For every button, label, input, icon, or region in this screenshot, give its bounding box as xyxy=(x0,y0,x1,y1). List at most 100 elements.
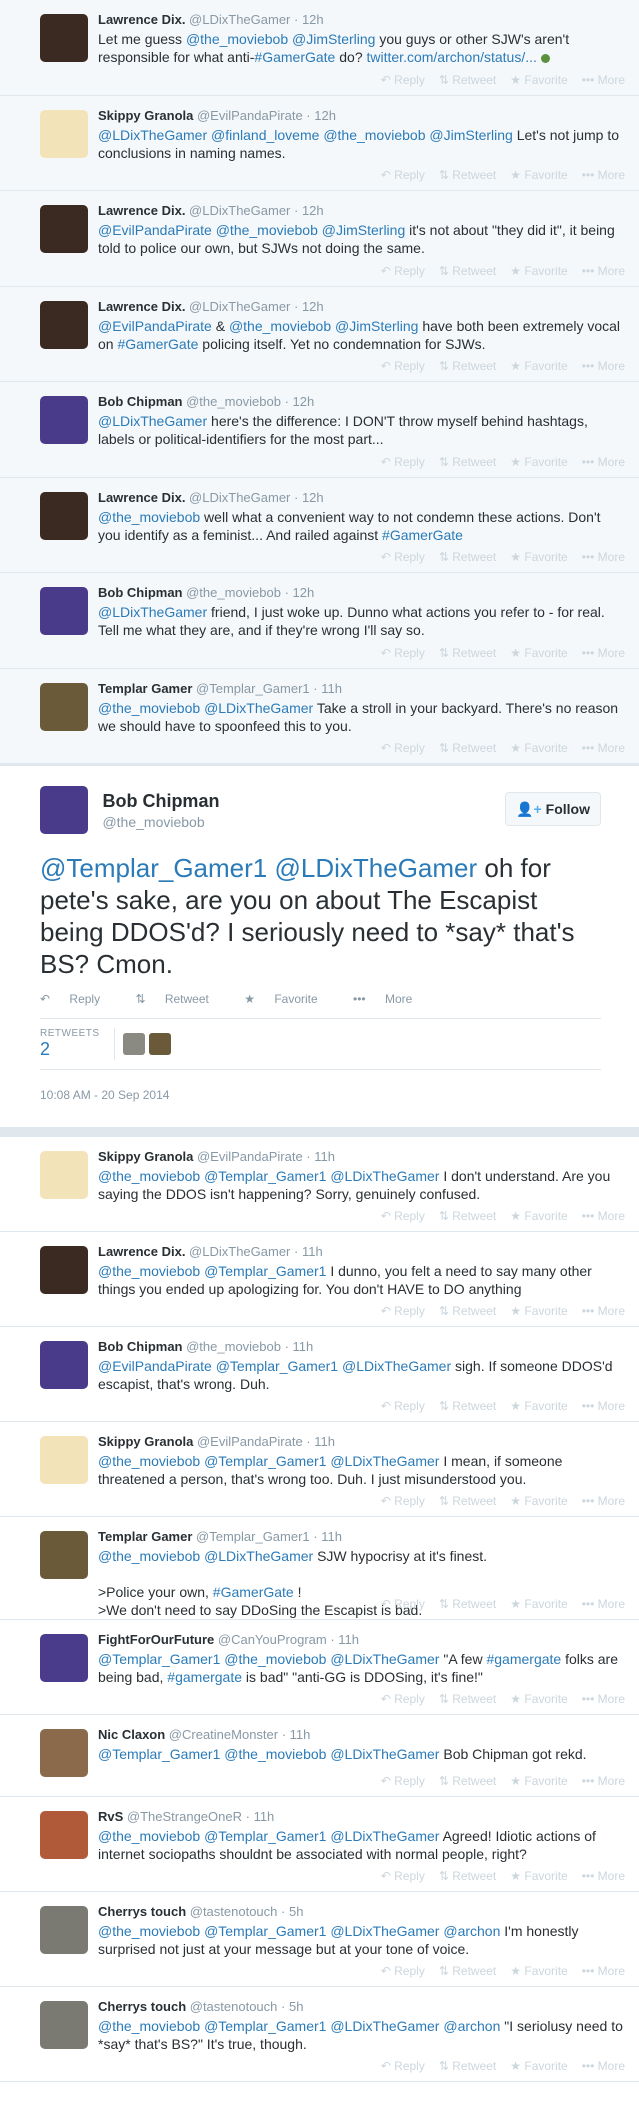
author-handle[interactable]: @LDixTheGamer xyxy=(185,490,290,505)
tweet-time[interactable]: 12h xyxy=(293,394,315,409)
mention-link[interactable]: @LDixTheGamer xyxy=(204,1548,313,1564)
author-name[interactable]: Lawrence Dix. xyxy=(98,12,185,27)
reply-button[interactable]: ↶ Reply xyxy=(381,1399,425,1413)
mention-link[interactable]: @archon xyxy=(443,2018,500,2034)
retweet-button[interactable]: ⇅ Retweet xyxy=(439,359,496,373)
mention-link[interactable]: @LDixTheGamer xyxy=(330,1746,439,1762)
mention-link[interactable]: @the_moviebob xyxy=(98,1548,200,1564)
retweet-button[interactable]: ⇅ Retweet xyxy=(439,646,496,660)
mention-link[interactable]: @Templar_Gamer1 xyxy=(204,1923,326,1939)
more-button[interactable]: ••• More xyxy=(582,168,625,182)
author-name[interactable]: Bob Chipman xyxy=(102,791,219,811)
mention-link[interactable]: @Templar_Gamer1 xyxy=(216,1358,338,1374)
author-name[interactable]: Lawrence Dix. xyxy=(98,299,185,314)
more-button[interactable]: ••• More xyxy=(582,73,625,87)
author-handle[interactable]: @Templar_Gamer1 xyxy=(192,1529,310,1544)
mention-link[interactable]: @Templar_Gamer1 xyxy=(40,853,267,883)
mention-link[interactable]: @Templar_Gamer1 xyxy=(204,1263,326,1279)
author-name[interactable]: Skippy Granola xyxy=(98,1434,193,1449)
mention-link[interactable]: @EvilPandaPirate xyxy=(98,318,212,334)
author-name[interactable]: Lawrence Dix. xyxy=(98,1244,185,1259)
reply-button[interactable]: ↶ Reply xyxy=(381,455,425,469)
more-button[interactable]: ••• More xyxy=(582,264,625,278)
tweet-time[interactable]: 5h xyxy=(289,1904,303,1919)
avatar[interactable] xyxy=(40,682,88,731)
mention-link[interactable]: @the_moviebob xyxy=(98,509,200,525)
mention-link[interactable]: @the_moviebob xyxy=(186,31,288,47)
more-button[interactable]: ••• More xyxy=(582,1304,625,1318)
retweet-button[interactable]: ⇅ Retweet xyxy=(439,1774,496,1788)
more-button[interactable]: ••• More xyxy=(582,741,625,755)
avatar[interactable] xyxy=(40,587,88,635)
retweet-button[interactable]: ⇅ Retweet xyxy=(439,550,496,564)
favorite-button[interactable]: ★ Favorite xyxy=(510,2059,567,2073)
favorite-button[interactable]: ★ Favorite xyxy=(510,741,567,755)
favorite-button[interactable]: ★ Favorite xyxy=(510,1209,567,1223)
author-handle[interactable]: @LDixTheGamer xyxy=(185,1244,290,1259)
mention-link[interactable]: @LDixTheGamer xyxy=(98,127,207,143)
author-name[interactable]: Cherrys touch xyxy=(98,1999,186,2014)
retweet-button[interactable]: ⇅ Retweet xyxy=(439,1692,496,1706)
tweet-time[interactable]: 12h xyxy=(314,108,336,123)
favorite-button[interactable]: ★ Favorite xyxy=(510,1964,567,1978)
more-button[interactable]: ••• More xyxy=(582,1964,625,1978)
hashtag-link[interactable]: #GamerGate xyxy=(213,1584,294,1600)
reply-button[interactable]: ↶ Reply xyxy=(381,1692,425,1706)
avatar[interactable] xyxy=(40,1531,88,1579)
author-handle[interactable]: @tastenotouch xyxy=(186,1999,278,2014)
reply-button[interactable]: ↶ Reply xyxy=(381,73,425,87)
avatar[interactable] xyxy=(40,396,88,444)
retweet-button[interactable]: ⇅ Retweet xyxy=(439,1209,496,1223)
mention-link[interactable]: @the_moviebob xyxy=(98,1168,200,1184)
retweet-count[interactable]: RETWEETS 2 xyxy=(40,1028,115,1060)
reply-button[interactable]: ↶ Reply xyxy=(381,2059,425,2073)
author-name[interactable]: Nic Claxon xyxy=(98,1727,165,1742)
mention-link[interactable]: @Templar_Gamer1 xyxy=(98,1651,220,1667)
reply-button[interactable]: ↶ Reply xyxy=(381,359,425,373)
mention-link[interactable]: @the_moviebob xyxy=(98,2018,200,2034)
favorite-button[interactable]: ★ Favorite xyxy=(510,1692,567,1706)
reply-button[interactable]: ↶ Reply xyxy=(381,264,425,278)
author-handle[interactable]: @TheStrangeOneR xyxy=(123,1809,242,1824)
retweet-button[interactable]: ⇅ Retweet xyxy=(439,741,496,755)
retweet-button[interactable]: ⇅ Retweet xyxy=(439,73,496,87)
tweet-time[interactable]: 11h xyxy=(293,1339,314,1354)
mention-link[interactable]: @the_moviebob xyxy=(98,1453,200,1469)
tweet-author[interactable]: Bob Chipman @the_moviebob xyxy=(102,791,219,830)
favorite-button[interactable]: ★ Favorite xyxy=(510,1304,567,1318)
mention-link[interactable]: @LDixTheGamer xyxy=(342,1358,451,1374)
more-button[interactable]: ••• More xyxy=(582,1597,625,1611)
author-name[interactable]: Bob Chipman xyxy=(98,585,183,600)
reply-button[interactable]: ↶ Reply xyxy=(40,992,116,1006)
mention-link[interactable]: @the_moviebob xyxy=(98,1828,200,1844)
author-name[interactable]: Lawrence Dix. xyxy=(98,490,185,505)
author-handle[interactable]: @the_moviebob xyxy=(183,1339,281,1354)
avatar[interactable] xyxy=(40,491,88,540)
retweet-button[interactable]: ⇅ Retweet xyxy=(439,1399,496,1413)
reply-button[interactable]: ↶ Reply xyxy=(381,168,425,182)
author-handle[interactable]: @Templar_Gamer1 xyxy=(192,681,310,696)
retweet-button[interactable]: ⇅ Retweet xyxy=(439,264,496,278)
reply-button[interactable]: ↶ Reply xyxy=(381,741,425,755)
author-handle[interactable]: @the_moviebob xyxy=(183,585,281,600)
author-handle[interactable]: @EvilPandaPirate xyxy=(193,1149,303,1164)
avatar[interactable] xyxy=(40,1729,88,1777)
more-button[interactable]: ••• More xyxy=(582,1692,625,1706)
retweet-button[interactable]: ⇅ Retweet xyxy=(439,2059,496,2073)
author-handle[interactable]: @LDixTheGamer xyxy=(185,203,290,218)
author-name[interactable]: RvS xyxy=(98,1809,123,1824)
avatar[interactable] xyxy=(40,14,88,62)
author-name[interactable]: FightForOurFuture xyxy=(98,1632,214,1647)
favorite-button[interactable]: ★ Favorite xyxy=(510,73,567,87)
mention-link[interactable]: @Templar_Gamer1 xyxy=(98,1746,220,1762)
tweet-time[interactable]: 11h xyxy=(321,681,342,696)
tweet-time[interactable]: 11h xyxy=(314,1434,335,1449)
reply-button[interactable]: ↶ Reply xyxy=(381,1964,425,1978)
author-handle[interactable]: @LDixTheGamer xyxy=(185,299,290,314)
reply-button[interactable]: ↶ Reply xyxy=(381,1597,425,1611)
tweet-time[interactable]: 11h xyxy=(290,1727,311,1742)
more-button[interactable]: ••• More xyxy=(582,1869,625,1883)
mention-link[interactable]: @LDixTheGamer xyxy=(204,700,313,716)
retweet-button[interactable]: ⇅ Retweet xyxy=(439,455,496,469)
retweet-button[interactable]: ⇅ Retweet xyxy=(439,1597,496,1611)
